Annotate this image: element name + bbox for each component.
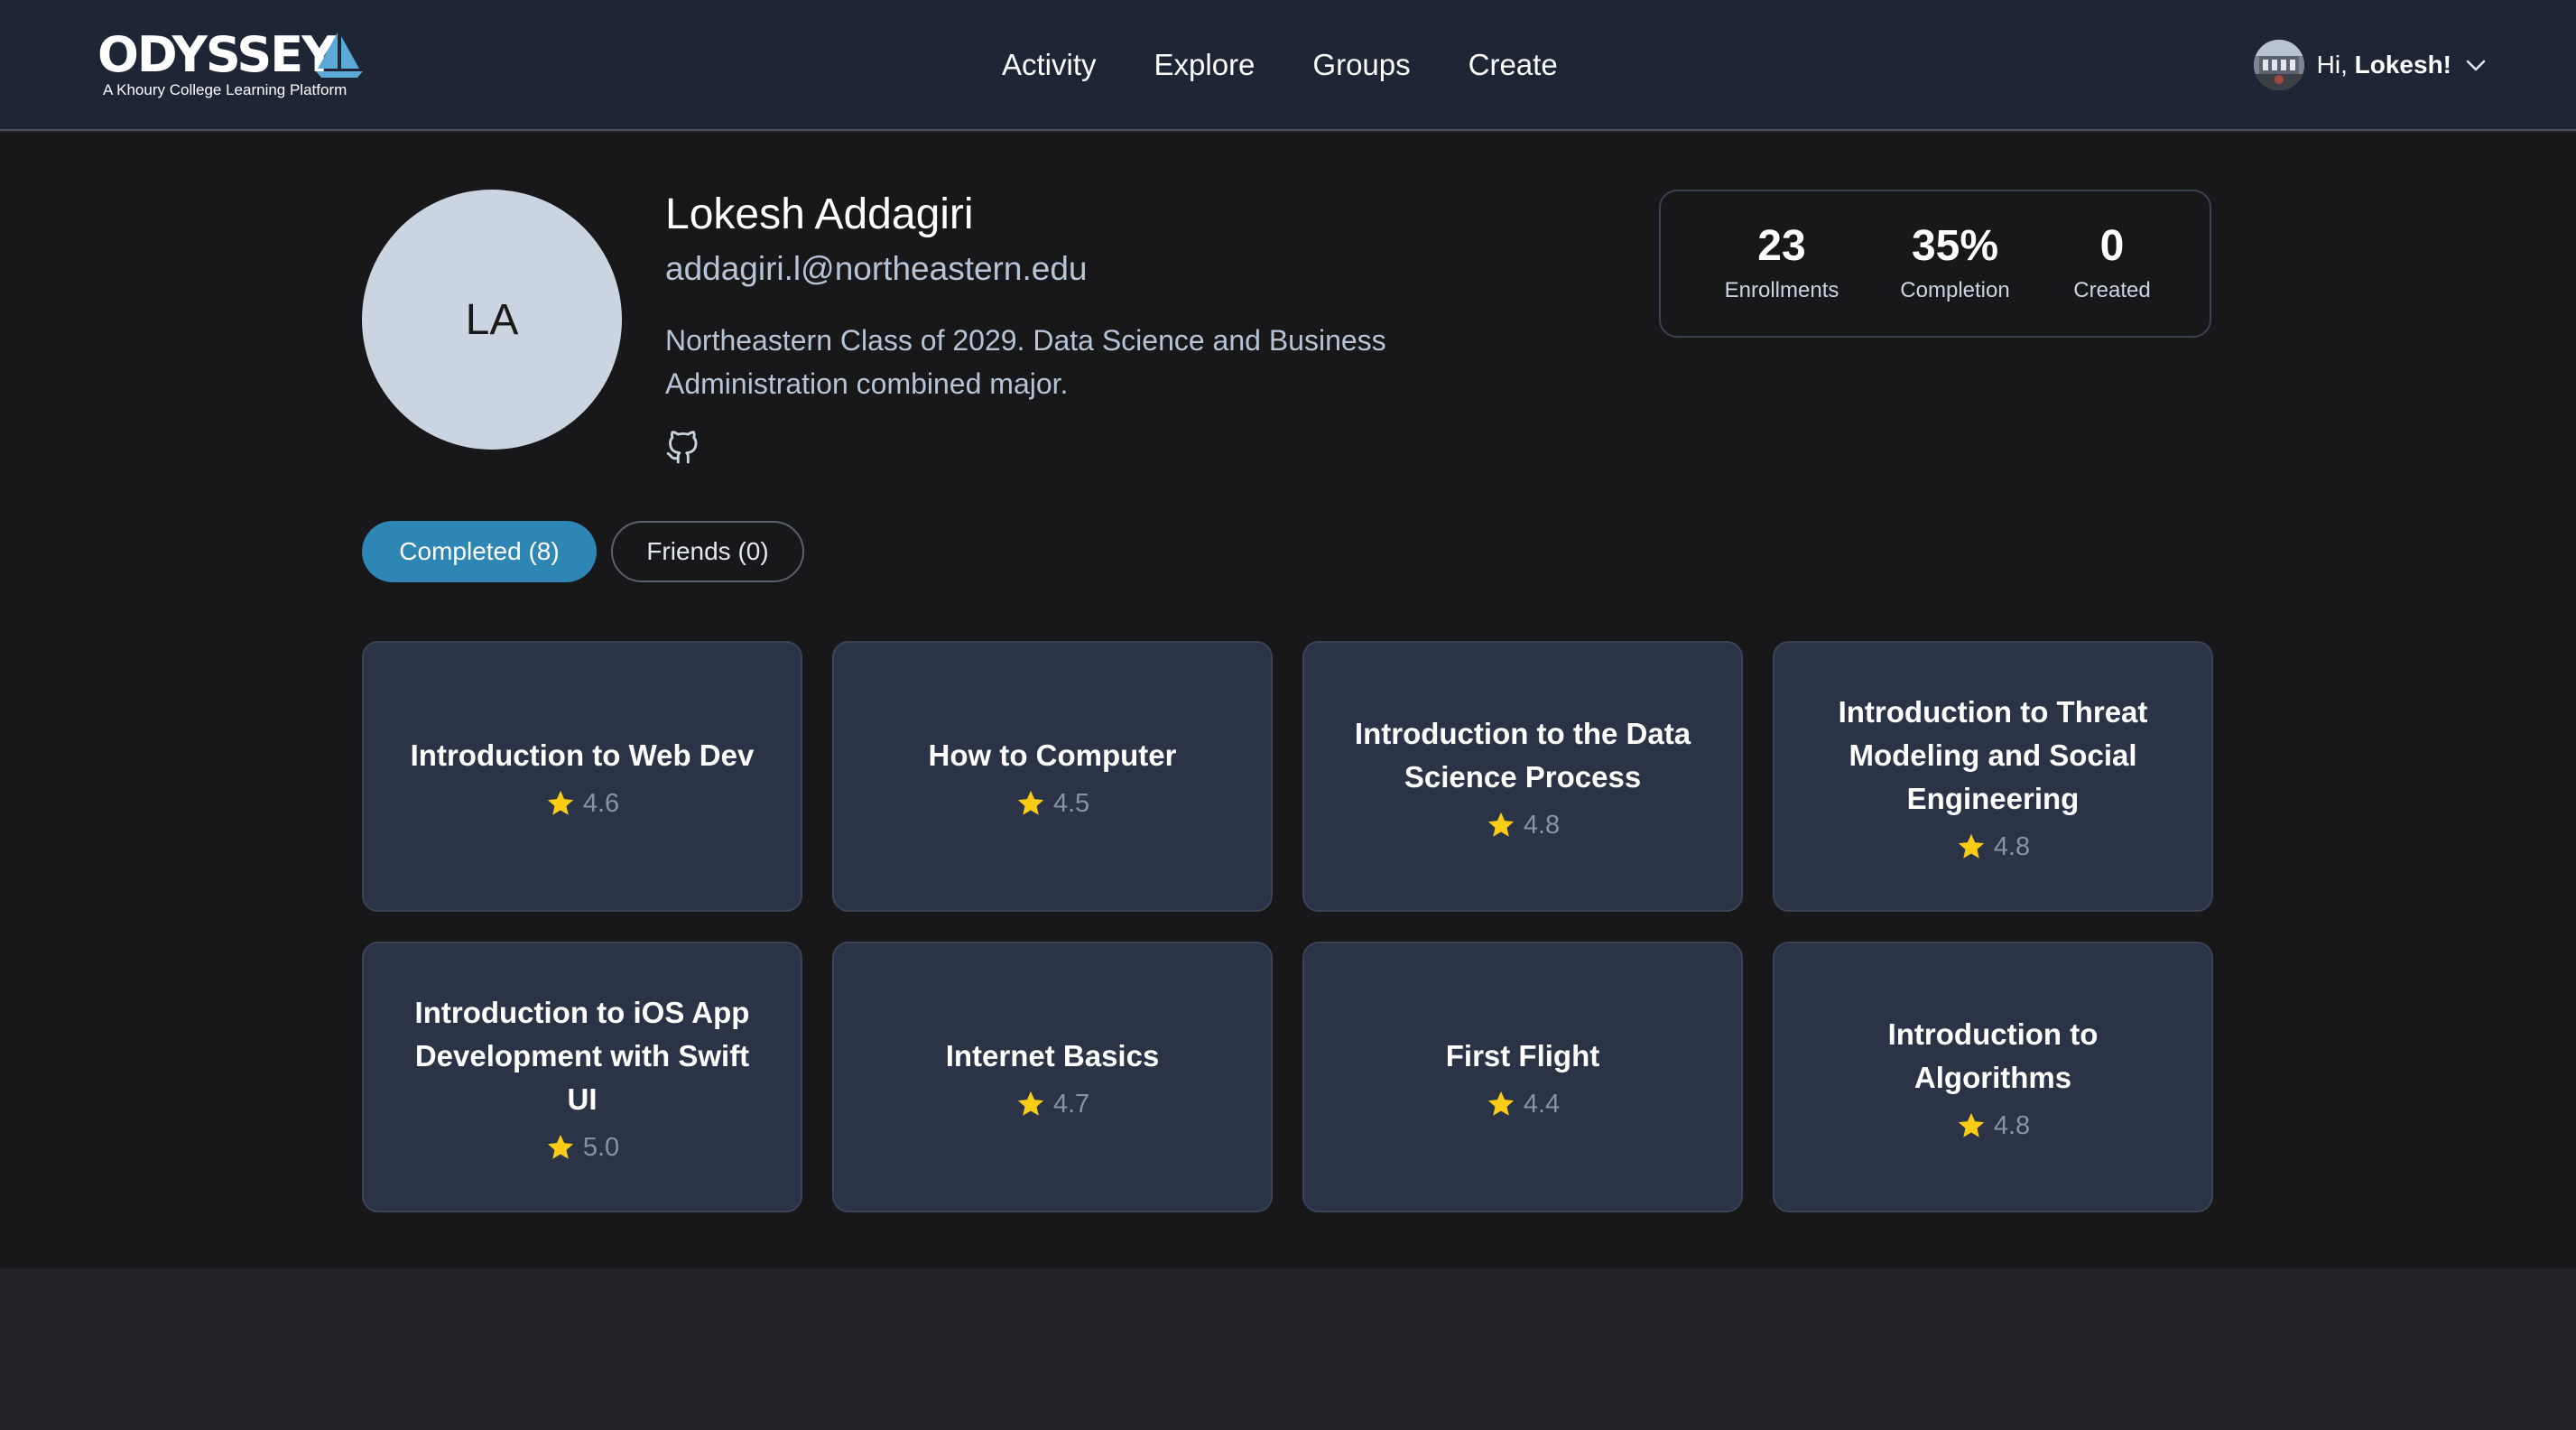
course-rating: 4.8 <box>1956 1110 2030 1141</box>
logo-wordmark: ODYSSEY <box>97 26 337 83</box>
star-icon <box>1017 1091 1043 1116</box>
profile-email: addagiri.l@northeastern.edu <box>665 250 1088 287</box>
course-title: Introduction to the Data Science Process <box>1354 717 1691 794</box>
main-nav: Activity Explore Groups Create <box>1002 40 1558 90</box>
star-icon <box>1487 812 1514 837</box>
course-title: How to Computer <box>928 738 1177 772</box>
course-title: Introduction to iOS App Development with… <box>414 996 750 1116</box>
star-icon <box>1017 790 1043 815</box>
rating-value: 4.8 <box>1993 831 2031 861</box>
user-photo-icon <box>2253 40 2304 90</box>
course-rating: 4.6 <box>545 788 619 819</box>
course-rating: 4.5 <box>1015 788 1089 819</box>
rating-value: 4.8 <box>1523 810 1561 840</box>
profile-initials: LA <box>465 295 519 344</box>
course-card[interactable]: Internet Basics 4.7 <box>832 942 1273 1212</box>
stat-created: 0 Created <box>2073 222 2151 302</box>
course-card[interactable]: How to Computer 4.5 <box>832 641 1273 912</box>
course-card[interactable]: Introduction to Threat Modeling and Soci… <box>1773 641 2213 912</box>
star-icon <box>1487 1091 1514 1116</box>
tab-completed[interactable]: Completed (8) <box>362 521 597 582</box>
page-footer-area <box>0 1268 2576 1430</box>
course-grid: Introduction to Web Dev 4.6 How to Compu… <box>362 641 2213 1213</box>
nav-create[interactable]: Create <box>1469 48 1558 82</box>
course-card[interactable]: Introduction to iOS App Development with… <box>362 942 802 1212</box>
star-icon <box>547 790 573 815</box>
rating-value: 4.7 <box>1052 1089 1090 1119</box>
course-card[interactable]: Introduction to Algorithms 4.8 <box>1773 942 2213 1212</box>
rating-value: 5.0 <box>582 1132 620 1162</box>
course-title: Introduction to Web Dev <box>410 738 755 772</box>
user-greeting: Hi, Lokesh! <box>2316 51 2451 79</box>
profile-avatar: LA <box>362 190 622 450</box>
star-icon <box>1958 1112 1984 1138</box>
top-navbar: ODYSSEY A Khoury College Learning Platfo… <box>0 0 2576 131</box>
profile-bio: Northeastern Class of 2029. Data Science… <box>665 324 1386 400</box>
chevron-down-icon <box>2466 60 2486 71</box>
star-icon <box>547 1134 573 1159</box>
course-rating: 4.8 <box>1486 810 1560 840</box>
course-title: First Flight <box>1445 1039 1600 1072</box>
nav-groups[interactable]: Groups <box>1312 48 1410 82</box>
profile-name: Lokesh Addagiri <box>665 190 974 238</box>
tab-friends[interactable]: Friends (0) <box>611 521 804 582</box>
course-card[interactable]: First Flight 4.4 <box>1302 942 1743 1212</box>
github-icon[interactable] <box>665 426 700 464</box>
profile-page: LA Lokesh Addagiri addagiri.l@northeaste… <box>0 133 2576 1268</box>
course-title: Introduction to Threat Modeling and Soci… <box>1838 695 2148 815</box>
logo-tagline: A Khoury College Learning Platform <box>103 81 347 98</box>
stat-completion: 35% Completion <box>1900 222 2010 302</box>
course-card[interactable]: Introduction to the Data Science Process… <box>1302 641 1743 912</box>
rating-value: 4.6 <box>582 788 620 818</box>
rating-value: 4.8 <box>1993 1110 2031 1140</box>
course-rating: 4.4 <box>1486 1089 1560 1119</box>
course-rating: 4.8 <box>1956 831 2030 862</box>
nav-activity[interactable]: Activity <box>1002 48 1097 82</box>
star-icon <box>1958 833 1984 859</box>
course-title: Introduction to Algorithms <box>1887 1017 2099 1094</box>
profile-stats: 23 Enrollments 35% Completion 0 Created <box>1659 190 2211 338</box>
rating-value: 4.4 <box>1523 1089 1561 1119</box>
nav-explore[interactable]: Explore <box>1154 48 1256 82</box>
user-avatar <box>2253 40 2304 90</box>
course-rating: 4.7 <box>1015 1089 1089 1119</box>
stat-enrollments: 23 Enrollments <box>1724 222 1839 302</box>
rating-value: 4.5 <box>1052 788 1090 818</box>
course-card[interactable]: Introduction to Web Dev 4.6 <box>362 641 802 912</box>
user-menu[interactable]: Hi, Lokesh! <box>2253 38 2488 92</box>
sailboat-icon <box>316 32 363 78</box>
course-title: Internet Basics <box>945 1039 1160 1072</box>
odyssey-logo[interactable]: ODYSSEY A Khoury College Learning Platfo… <box>97 27 368 103</box>
course-rating: 5.0 <box>545 1132 619 1163</box>
